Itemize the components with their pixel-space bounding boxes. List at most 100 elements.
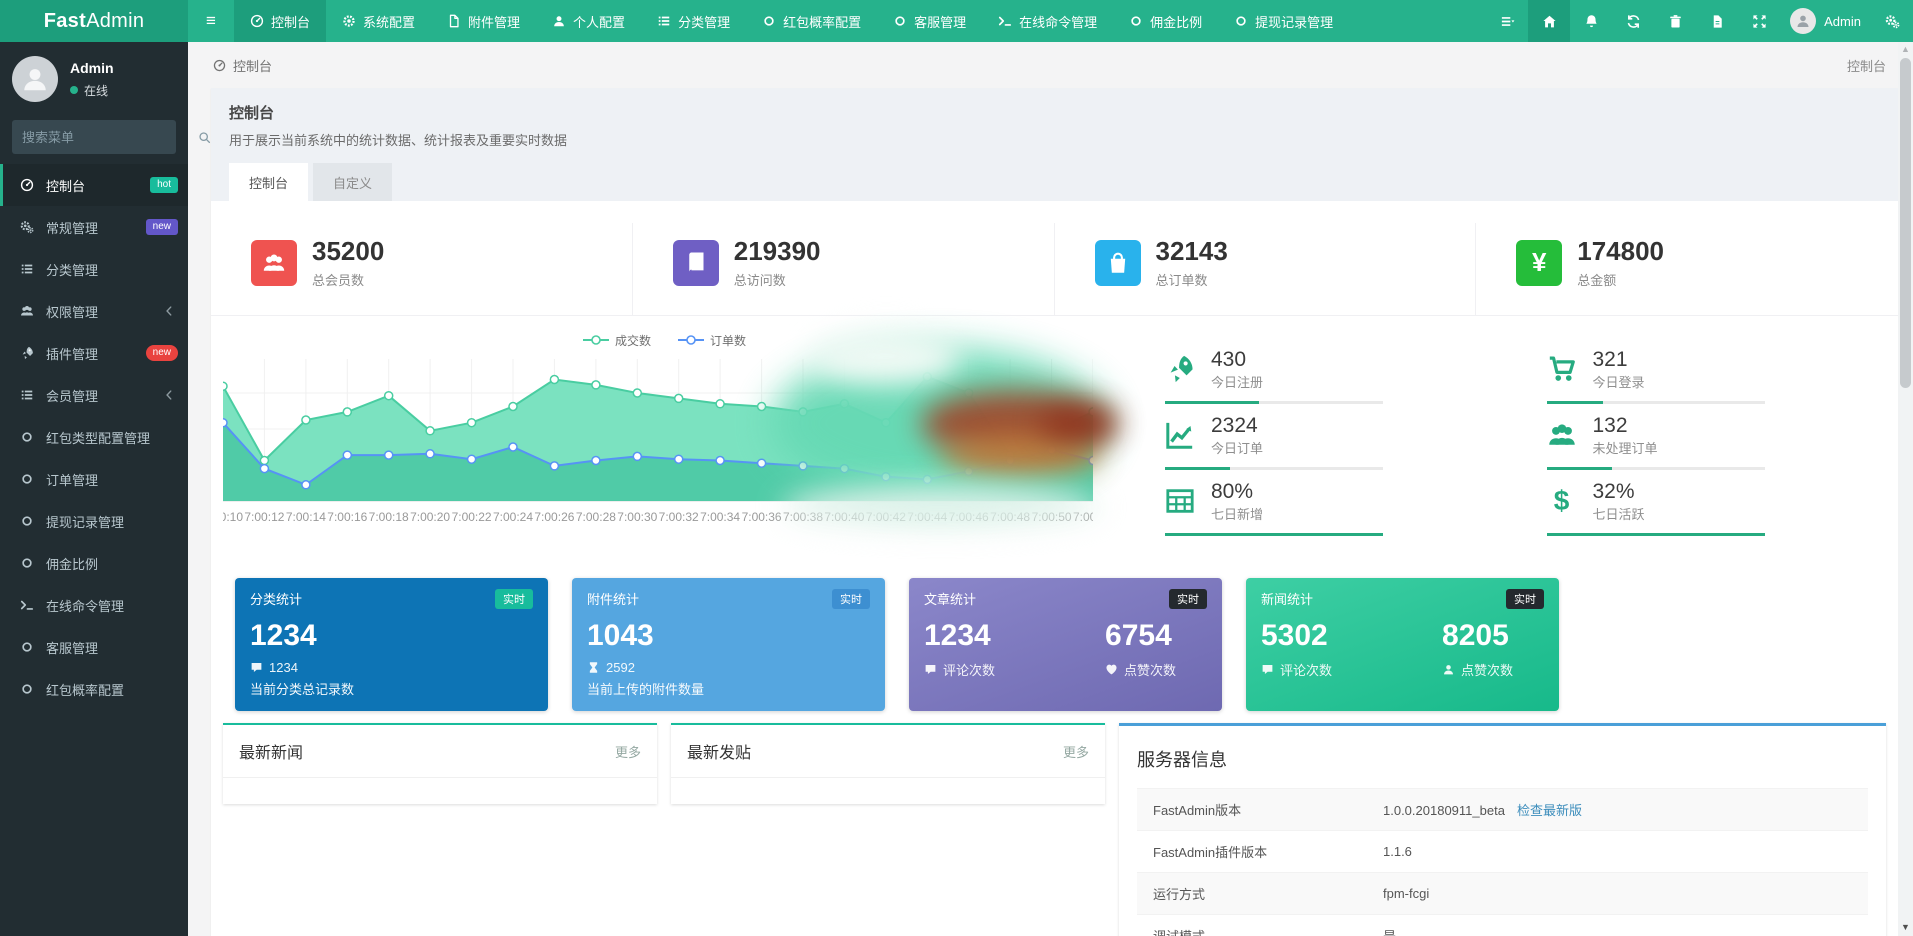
sidebar-item-佣金比例[interactable]: 佣金比例 [0, 542, 188, 584]
sidebar-item-会员管理[interactable]: 会员管理 [0, 374, 188, 416]
card-value: 8205 [1442, 618, 1513, 654]
svg-text:7:00:12: 7:00:12 [244, 510, 284, 524]
card-value: 5302 [1261, 618, 1332, 654]
scroll-down-arrow-icon[interactable]: ▼ [1898, 920, 1913, 934]
svg-text:7:00:40: 7:00:40 [824, 510, 864, 524]
server-info-label: 调试模式 [1137, 915, 1367, 936]
topnav-item-label: 客服管理 [914, 12, 966, 31]
log-button[interactable] [1696, 0, 1738, 42]
notifications-button[interactable] [1570, 0, 1612, 42]
panel-body [671, 778, 1105, 804]
server-info-value: 1.0.0.20180911_beta检查最新版 [1367, 789, 1868, 831]
trash-icon [1668, 14, 1683, 29]
server-info-value: 1.1.6 [1367, 831, 1868, 873]
chevron-left-icon [160, 388, 178, 402]
topnav-item[interactable]: 控制台 [234, 0, 326, 42]
stat-label: 总会员数 [312, 270, 384, 289]
topnav-item[interactable]: 附件管理 [431, 0, 536, 42]
legend-item-订单数[interactable]: 订单数 [677, 332, 746, 349]
dashboard-chart: 成交数 订单数 7:00:107:00:127:00:147:00:167:00:… [223, 326, 1105, 536]
avatar[interactable] [12, 56, 58, 102]
stat-icon-tile [251, 240, 297, 286]
scrollbar[interactable]: ▲ ▼ [1898, 42, 1913, 936]
topnav-item[interactable]: 个人配置 [536, 0, 641, 42]
mini-stat-未处理订单: 132未处理订单 [1547, 404, 1869, 470]
terminal-icon [18, 598, 36, 612]
comment-icon [250, 661, 263, 674]
latest-news-panel: 最新新闻 更多 [223, 723, 657, 804]
mini-stat-value: 80% [1211, 480, 1263, 504]
sidebar-item-label: 在线命令管理 [46, 596, 178, 615]
stat-value: 174800 [1577, 237, 1664, 266]
svg-text:7:00:36: 7:00:36 [742, 510, 782, 524]
page-description: 用于展示当前系统中的统计数据、统计报表及重要实时数据 [229, 130, 1880, 163]
sidebar-item-提现记录管理[interactable]: 提现记录管理 [0, 500, 188, 542]
dashboard-icon [213, 59, 226, 72]
sidebar-item-在线命令管理[interactable]: 在线命令管理 [0, 584, 188, 626]
mini-stat-七日活跃: $32%七日活跃 [1547, 470, 1869, 536]
card-metric: 8205点赞次数 [1442, 609, 1513, 679]
realtime-badge: 实时 [495, 589, 533, 609]
legend-item-成交数[interactable]: 成交数 [582, 332, 651, 349]
tabs-menu-button[interactable] [1486, 0, 1528, 42]
topnav-item[interactable]: 在线命令管理 [982, 0, 1113, 42]
sidebar-toggle-button[interactable]: ≡ [188, 0, 234, 42]
menu-search-input[interactable] [22, 130, 198, 145]
mini-stat-value: 321 [1593, 348, 1645, 372]
sidebar-item-红包类型配置管理[interactable]: 红包类型配置管理 [0, 416, 188, 458]
chevron-left-icon [160, 304, 178, 318]
mini-stat-今日订单: 2324今日订单 [1165, 404, 1487, 470]
sidebar-item-权限管理[interactable]: 权限管理 [0, 290, 188, 332]
sidebar-user-name: Admin [70, 60, 114, 76]
stat-value: 32143 [1156, 237, 1228, 266]
sidebar-item-客服管理[interactable]: 客服管理 [0, 626, 188, 668]
more-link[interactable]: 更多 [1063, 742, 1089, 761]
sidebar-item-红包概率配置[interactable]: 红包概率配置 [0, 668, 188, 710]
topnav-item[interactable]: 佣金比例 [1113, 0, 1218, 42]
mini-stat-label: 七日活跃 [1593, 504, 1645, 523]
server-info-row: 调试模式是 [1137, 915, 1868, 936]
dashboard-icon [250, 14, 264, 28]
topnav-item[interactable]: 系统配置 [326, 0, 431, 42]
more-link[interactable]: 更多 [615, 742, 641, 761]
clear-cache-button[interactable] [1654, 0, 1696, 42]
refresh-button[interactable] [1612, 0, 1654, 42]
svg-text:7:00:14: 7:00:14 [286, 510, 326, 524]
check-latest-link[interactable]: 检查最新版 [1517, 803, 1582, 818]
sidebar-item-插件管理[interactable]: 插件管理new [0, 332, 188, 374]
svg-text:7:00:50: 7:00:50 [1032, 510, 1072, 524]
users-icon [262, 251, 286, 275]
table-icon [1165, 486, 1195, 516]
list-icon [18, 388, 36, 402]
card-sub-text: 1234 [269, 660, 298, 675]
user-menu[interactable]: Admin [1780, 0, 1871, 42]
preferences-button[interactable] [1871, 0, 1913, 42]
search-icon[interactable] [198, 131, 211, 144]
area-chart[interactable]: 7:00:107:00:127:00:147:00:167:00:187:00:… [223, 351, 1093, 527]
home-button[interactable] [1528, 0, 1570, 42]
sidebar-item-label: 分类管理 [46, 260, 178, 279]
topnav-item[interactable]: 分类管理 [641, 0, 746, 42]
sidebar-item-常规管理[interactable]: 常规管理new [0, 206, 188, 248]
sidebar-item-label: 提现记录管理 [46, 512, 178, 531]
stat-label: 总订单数 [1156, 270, 1228, 289]
scroll-up-arrow-icon[interactable]: ▲ [1898, 42, 1913, 56]
fullscreen-button[interactable] [1738, 0, 1780, 42]
gears-icon [1885, 14, 1900, 29]
mini-stat-今日登录: 321今日登录 [1547, 338, 1869, 404]
tab-自定义[interactable]: 自定义 [313, 163, 392, 201]
sidebar-item-分类管理[interactable]: 分类管理 [0, 248, 188, 290]
sidebar-item-控制台[interactable]: 控制台hot [0, 164, 188, 206]
sidebar-item-订单管理[interactable]: 订单管理 [0, 458, 188, 500]
summary-card-新闻统计: 新闻统计实时5302评论次数8205点赞次数 [1246, 578, 1559, 711]
rocket-icon [1165, 354, 1195, 384]
circle-icon [1234, 14, 1248, 28]
app-logo[interactable]: FastAdmin [0, 0, 188, 42]
topnav-item[interactable]: 红包概率配置 [746, 0, 877, 42]
bell-icon [1584, 14, 1599, 29]
topnav-item[interactable]: 提现记录管理 [1218, 0, 1349, 42]
scrollbar-thumb[interactable] [1900, 58, 1911, 388]
breadcrumb-current[interactable]: 控制台 [213, 56, 272, 75]
topnav-item[interactable]: 客服管理 [877, 0, 982, 42]
tab-控制台[interactable]: 控制台 [229, 163, 308, 201]
